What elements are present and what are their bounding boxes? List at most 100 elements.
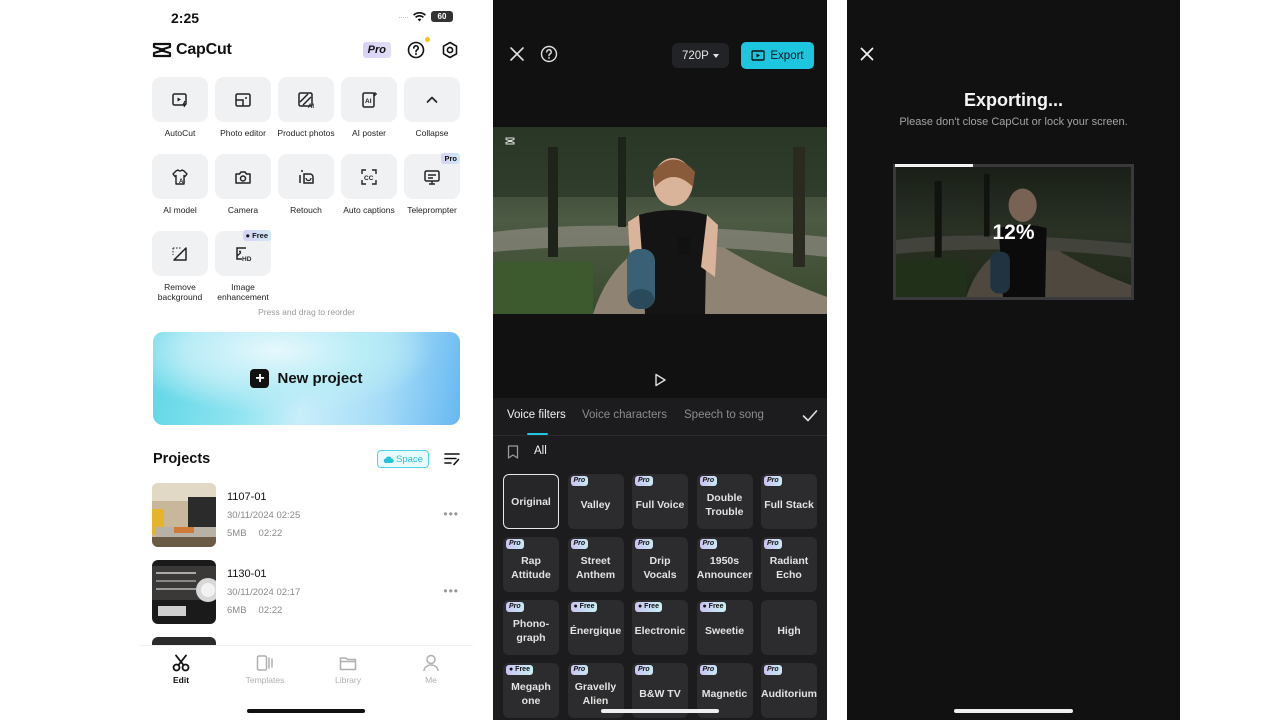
space-button[interactable]: Space [377, 450, 429, 468]
more-options-icon[interactable]: ••• [443, 584, 459, 598]
close-icon[interactable] [509, 46, 525, 62]
tab-voice-filters[interactable]: Voice filters [507, 409, 566, 421]
voice-effects-sheet: Voice filters Voice characters Speech to… [493, 398, 827, 720]
voice-filter-label: High [777, 624, 801, 637]
voice-filter-label: 1950s Announcer [696, 554, 753, 581]
tab-library[interactable]: Library [318, 654, 378, 685]
voice-filter-tile[interactable]: ● Free Megaph one [503, 663, 559, 718]
voice-filter-label: Radiant Echo [769, 554, 809, 581]
tab-label: Edit [172, 675, 190, 685]
tool-tile: CC [341, 154, 397, 199]
person-icon [423, 654, 439, 672]
tool-label: Collapse [415, 128, 449, 138]
free-badge: ● Free [570, 602, 598, 612]
export-button[interactable]: Export [741, 42, 814, 69]
tool-autocut[interactable]: AutoCut [152, 77, 208, 154]
tool-retouch[interactable]: Retouch [278, 154, 334, 231]
voice-filter-tile[interactable]: Pro 1950s Announcer [696, 537, 753, 592]
tab-me[interactable]: Me [401, 654, 461, 685]
svg-text:HD: HD [242, 256, 252, 263]
bookmark-icon[interactable] [507, 445, 519, 459]
voice-filter-tile[interactable]: Original [503, 474, 559, 529]
voice-filter-tile[interactable]: Pro Rap Attitude [503, 537, 559, 592]
image-enhancement-icon: HD [236, 246, 252, 263]
category-all[interactable]: All [534, 445, 547, 457]
wifi-icon [413, 11, 426, 21]
screenshot-stage: 2:25 ····· 60 CapCut Pro AutoCut Photo ed… [0, 0, 1280, 720]
close-icon[interactable] [860, 47, 874, 61]
tool-label: AutoCut [164, 128, 196, 138]
tool-tile [215, 154, 271, 199]
voice-filter-tile[interactable]: Pro Phono-graph [503, 600, 559, 655]
voice-filter-tile[interactable]: Pro Radiant Echo [761, 537, 817, 592]
tab-label: Library [335, 675, 361, 685]
sort-edit-icon[interactable] [444, 452, 460, 466]
voice-filter-tile[interactable]: Pro Valley [567, 474, 624, 529]
exporting-screen: Exporting... Please don't close CapCut o… [847, 0, 1180, 720]
tool-remove-background[interactable]: Remove background [152, 231, 208, 308]
voice-filter-label: Sweetie [704, 624, 745, 637]
tab-edit[interactable]: Edit [151, 654, 211, 685]
tool-product-photos[interactable]: AI Product photos [277, 77, 335, 154]
chevron-up-icon [426, 96, 438, 103]
tool-ai-model[interactable]: AI AI model [152, 154, 208, 231]
project-date: 30/11/2024 02:17 [227, 587, 301, 598]
exporting-title: Exporting... [964, 90, 1063, 110]
settings-button[interactable] [441, 41, 459, 59]
more-options-icon[interactable]: ••• [443, 507, 459, 521]
voice-filter-tile[interactable]: ● Free Sweetie [696, 600, 753, 655]
play-icon[interactable] [653, 373, 667, 387]
tool-chevron-up[interactable]: Collapse [404, 77, 460, 154]
tab-voice-characters[interactable]: Voice characters [582, 409, 667, 421]
scissors-icon [172, 654, 190, 672]
tool-teleprompter[interactable]: Teleprompter Pro [404, 153, 460, 231]
status-bar-right: ····· 60 [398, 11, 453, 22]
project-item[interactable]: 1130-01 30/11/2024 02:17 6MB 02:22 ••• [152, 560, 462, 624]
plus-icon: + [250, 369, 270, 388]
voice-filter-editor-screen: 720P Export Voice filters Voice characte… [493, 0, 827, 720]
project-item[interactable]: 1107-01 30/11/2024 02:25 5MB 02:22 ••• [152, 483, 462, 547]
voice-filter-tile[interactable]: Pro Double Trouble [696, 474, 753, 529]
folder-icon [339, 657, 357, 671]
voice-filter-tile[interactable]: Pro Auditorium [761, 663, 817, 718]
tool-ai-poster[interactable]: AI AI poster [341, 77, 397, 154]
voice-filter-label: Gravelly Alien [574, 680, 617, 707]
tool-label: Remove background [157, 282, 203, 302]
tools-grid: AutoCut Photo editor AI Product photos AI AI … [152, 77, 462, 308]
voice-filter-tile[interactable]: High [761, 600, 817, 655]
help-icon[interactable] [540, 45, 558, 63]
voice-filter-tile[interactable]: Pro Street Anthem [567, 537, 624, 592]
voice-filter-label: Phono-graph [512, 617, 550, 644]
tab-templates[interactable]: Templates [235, 654, 295, 685]
ai-poster-icon: AI [362, 91, 377, 108]
tab-speech-to-song[interactable]: Speech to song [684, 409, 764, 421]
tool-auto-captions[interactable]: CC Auto captions [341, 154, 397, 231]
tool-photo-editor[interactable]: Photo editor [215, 77, 271, 154]
voice-filter-label: Énergique [569, 624, 622, 637]
signal-icon: ····· [398, 11, 409, 22]
project-thumbnail [152, 483, 216, 547]
pro-badge: Pro [635, 476, 653, 486]
pro-badge: Pro [570, 665, 589, 675]
brand: CapCut [152, 41, 232, 59]
pro-button[interactable]: Pro [362, 42, 391, 58]
voice-filter-tile[interactable]: Pro Full Voice [632, 474, 688, 529]
voice-filter-label: Original [511, 495, 551, 508]
voice-filter-tile[interactable]: Pro Drip Vocals [632, 537, 688, 592]
tool-label: Retouch [290, 205, 322, 215]
resolution-dropdown[interactable]: 720P [672, 43, 729, 68]
tool-image-enhancement[interactable]: HD Image enhancement ● Free [215, 230, 271, 308]
voice-filter-label: Megaph one [511, 680, 551, 707]
new-project-button[interactable]: + New project [153, 332, 460, 425]
voice-filter-tile[interactable]: Pro Full Stack [761, 474, 817, 529]
pro-badge: Pro [764, 476, 782, 486]
check-icon[interactable] [802, 409, 818, 423]
voice-filter-tile[interactable]: ● Free Electronic [632, 600, 688, 655]
voice-filter-tile[interactable]: ● Free Énergique [567, 600, 624, 655]
video-preview[interactable] [493, 127, 827, 314]
pro-badge: Pro [635, 665, 653, 675]
teleprompter-icon [424, 169, 440, 185]
tool-camera[interactable]: Camera [215, 154, 271, 231]
help-button[interactable] [407, 37, 430, 59]
tool-label: Photo editor [220, 128, 266, 138]
